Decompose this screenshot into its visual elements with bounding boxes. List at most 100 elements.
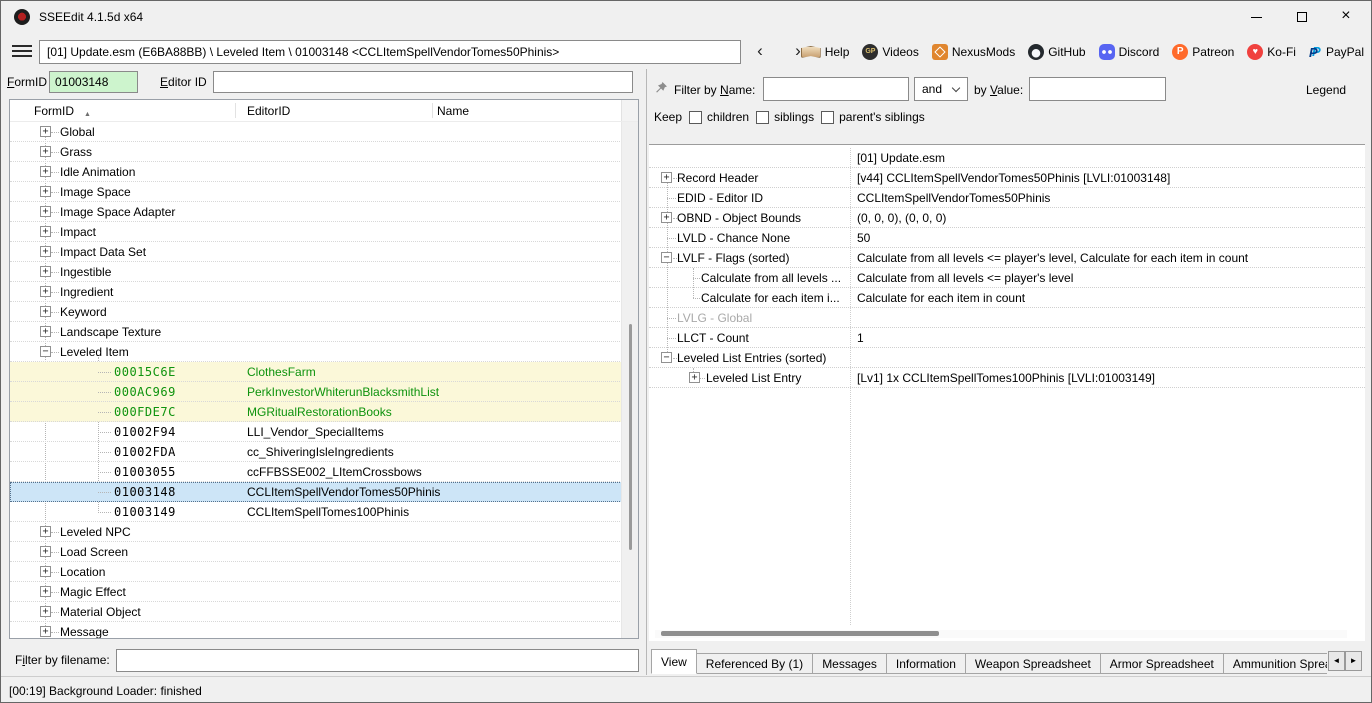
tab-scroll-right-button[interactable] — [1345, 651, 1362, 671]
record-path-bar[interactable]: [01] Update.esm (E6BA88BB) \ Leveled Ite… — [39, 40, 741, 64]
tab-weapon-spreadsheet[interactable]: Weapon Spreadsheet — [964, 653, 1101, 674]
tree-row[interactable]: 00015C6E ClothesFarm — [10, 362, 638, 382]
record-row[interactable]: OBND - Object Bounds (0, 0, 0), (0, 0, 0) — [649, 208, 1365, 228]
panel-splitter[interactable] — [646, 69, 647, 675]
tree-vertical-scrollbar[interactable] — [621, 122, 638, 638]
tab-armor-spreadsheet[interactable]: Armor Spreadsheet — [1099, 653, 1224, 674]
record-row[interactable]: LVLF - Flags (sorted) Calculate from all … — [649, 248, 1365, 268]
expand-icon[interactable] — [40, 526, 51, 537]
record-row[interactable]: Record Header [v44] CCLItemSpellVendorTom… — [649, 168, 1365, 188]
record-row[interactable]: Leveled List Entry [Lv1] 1x CCLItemSpellT… — [649, 368, 1365, 388]
tree-row[interactable]: Impact Data Set — [10, 242, 638, 262]
column-options-button[interactable] — [621, 100, 638, 121]
close-button[interactable]: × — [1325, 1, 1371, 33]
tree-row[interactable]: Keyword — [10, 302, 638, 322]
expand-icon[interactable] — [40, 246, 51, 257]
expand-icon[interactable] — [40, 546, 51, 557]
tree-row[interactable]: Magic Effect — [10, 582, 638, 602]
expand-icon[interactable] — [40, 606, 51, 617]
expand-icon[interactable] — [40, 566, 51, 577]
keep-option-parent-s-siblings[interactable]: parent's siblings — [821, 110, 925, 124]
tab-messages[interactable]: Messages — [812, 653, 887, 674]
tree-row[interactable]: Load Screen — [10, 542, 638, 562]
expand-icon[interactable] — [40, 146, 51, 157]
record-row[interactable]: LVLG - Global — [649, 308, 1365, 328]
tree-row[interactable]: Location — [10, 562, 638, 582]
link-paypal[interactable]: PayPal — [1309, 44, 1364, 60]
expand-icon[interactable] — [40, 226, 51, 237]
tree-row[interactable]: Material Object — [10, 602, 638, 622]
record-row[interactable]: Calculate for each item i... Calculate fo… — [649, 288, 1365, 308]
filter-filename-input[interactable] — [116, 649, 639, 672]
tree-row[interactable]: Idle Animation — [10, 162, 638, 182]
keep-option-siblings[interactable]: siblings — [756, 110, 814, 124]
expand-icon[interactable] — [40, 126, 51, 137]
tree-row[interactable]: 01003148 CCLItemSpellVendorTomes50Phinis — [10, 482, 638, 502]
record-row[interactable]: Calculate from all levels ... Calculate f… — [649, 268, 1365, 288]
filter-name-input[interactable] — [763, 77, 909, 101]
tree-row[interactable]: 01003149 CCLItemSpellTomes100Phinis — [10, 502, 638, 522]
expand-icon[interactable] — [40, 266, 51, 277]
tree-row[interactable]: Grass — [10, 142, 638, 162]
expand-icon[interactable] — [40, 306, 51, 317]
filter-operator-select[interactable]: and — [914, 77, 968, 101]
column-header-editorid[interactable]: EditorID — [247, 104, 290, 118]
expand-icon[interactable] — [40, 206, 51, 217]
link-help[interactable]: Help — [800, 45, 849, 59]
record-row[interactable]: [01] Update.esm — [649, 148, 1365, 168]
expand-icon[interactable] — [689, 372, 700, 383]
link-github[interactable]: GitHub — [1028, 44, 1086, 60]
link-ko-fi[interactable]: Ko-Fi — [1247, 44, 1296, 60]
tree-row[interactable]: 01002FDA cc_ShiveringIsleIngredients — [10, 442, 638, 462]
tree-row[interactable]: 000AC969 PerkInvestorWhiterunBlacksmithLi… — [10, 382, 638, 402]
tree-row[interactable]: Leveled NPC — [10, 522, 638, 542]
record-horizontal-scrollbar[interactable] — [655, 630, 1347, 638]
record-row[interactable]: Leveled List Entries (sorted) — [649, 348, 1365, 368]
scrollbar-thumb[interactable] — [629, 324, 632, 550]
tab-referenced-by-1[interactable]: Referenced By (1) — [695, 653, 814, 674]
scrollbar-thumb[interactable] — [661, 631, 939, 636]
record-row[interactable]: LLCT - Count 1 — [649, 328, 1365, 348]
expand-icon[interactable] — [661, 212, 672, 223]
menu-icon[interactable] — [12, 45, 32, 59]
expand-icon[interactable] — [40, 166, 51, 177]
link-patreon[interactable]: Patreon — [1172, 44, 1234, 60]
column-header-name[interactable]: Name — [437, 104, 469, 118]
checkbox-siblings[interactable] — [756, 110, 770, 124]
link-nexusmods[interactable]: NexusMods — [931, 44, 1015, 60]
minimize-button[interactable] — [1233, 1, 1279, 33]
expand-icon[interactable] — [40, 186, 51, 197]
expand-icon[interactable] — [40, 326, 51, 337]
link-discord[interactable]: Discord — [1098, 44, 1159, 60]
record-row[interactable]: EDID - Editor ID CCLItemSpellVendorTomes5… — [649, 188, 1365, 208]
nav-back-icon[interactable]: ‹ — [747, 39, 773, 65]
record-row[interactable]: LVLD - Chance None 50 — [649, 228, 1365, 248]
expand-icon[interactable] — [40, 286, 51, 297]
collapse-icon[interactable] — [661, 352, 672, 363]
tree-row[interactable]: 000FDE7C MGRitualRestorationBooks — [10, 402, 638, 422]
legend-link[interactable]: Legend — [1306, 83, 1346, 97]
tree-row[interactable]: Ingredient — [10, 282, 638, 302]
keep-option-children[interactable]: children — [689, 110, 749, 124]
filter-value-input[interactable] — [1029, 77, 1166, 101]
checkbox-children[interactable] — [689, 110, 703, 124]
tree-row[interactable]: Image Space Adapter — [10, 202, 638, 222]
tab-ammunition-spreadsheet[interactable]: Ammunition Spreadsheet — [1222, 653, 1327, 674]
expand-icon[interactable] — [661, 172, 672, 183]
maximize-button[interactable] — [1279, 1, 1325, 33]
formid-input[interactable]: 01003148 — [49, 71, 138, 93]
tree-row[interactable]: Ingestible — [10, 262, 638, 282]
pin-icon[interactable] — [654, 81, 668, 98]
column-header-formid[interactable]: FormID — [34, 104, 74, 118]
tree-row[interactable]: 01002F94 LLI_Vendor_SpecialItems — [10, 422, 638, 442]
column-divider[interactable] — [235, 103, 236, 118]
editorid-input[interactable] — [213, 71, 633, 93]
expand-icon[interactable] — [40, 586, 51, 597]
tab-information[interactable]: Information — [885, 653, 966, 674]
tree-row[interactable]: Leveled Item — [10, 342, 638, 362]
tree-row[interactable]: 01003055 ccFFBSSE002_LItemCrossbows — [10, 462, 638, 482]
checkbox-parent-s-siblings[interactable] — [821, 110, 835, 124]
tree-row[interactable]: Impact — [10, 222, 638, 242]
tree-row[interactable]: Landscape Texture — [10, 322, 638, 342]
tree-row[interactable]: Image Space — [10, 182, 638, 202]
